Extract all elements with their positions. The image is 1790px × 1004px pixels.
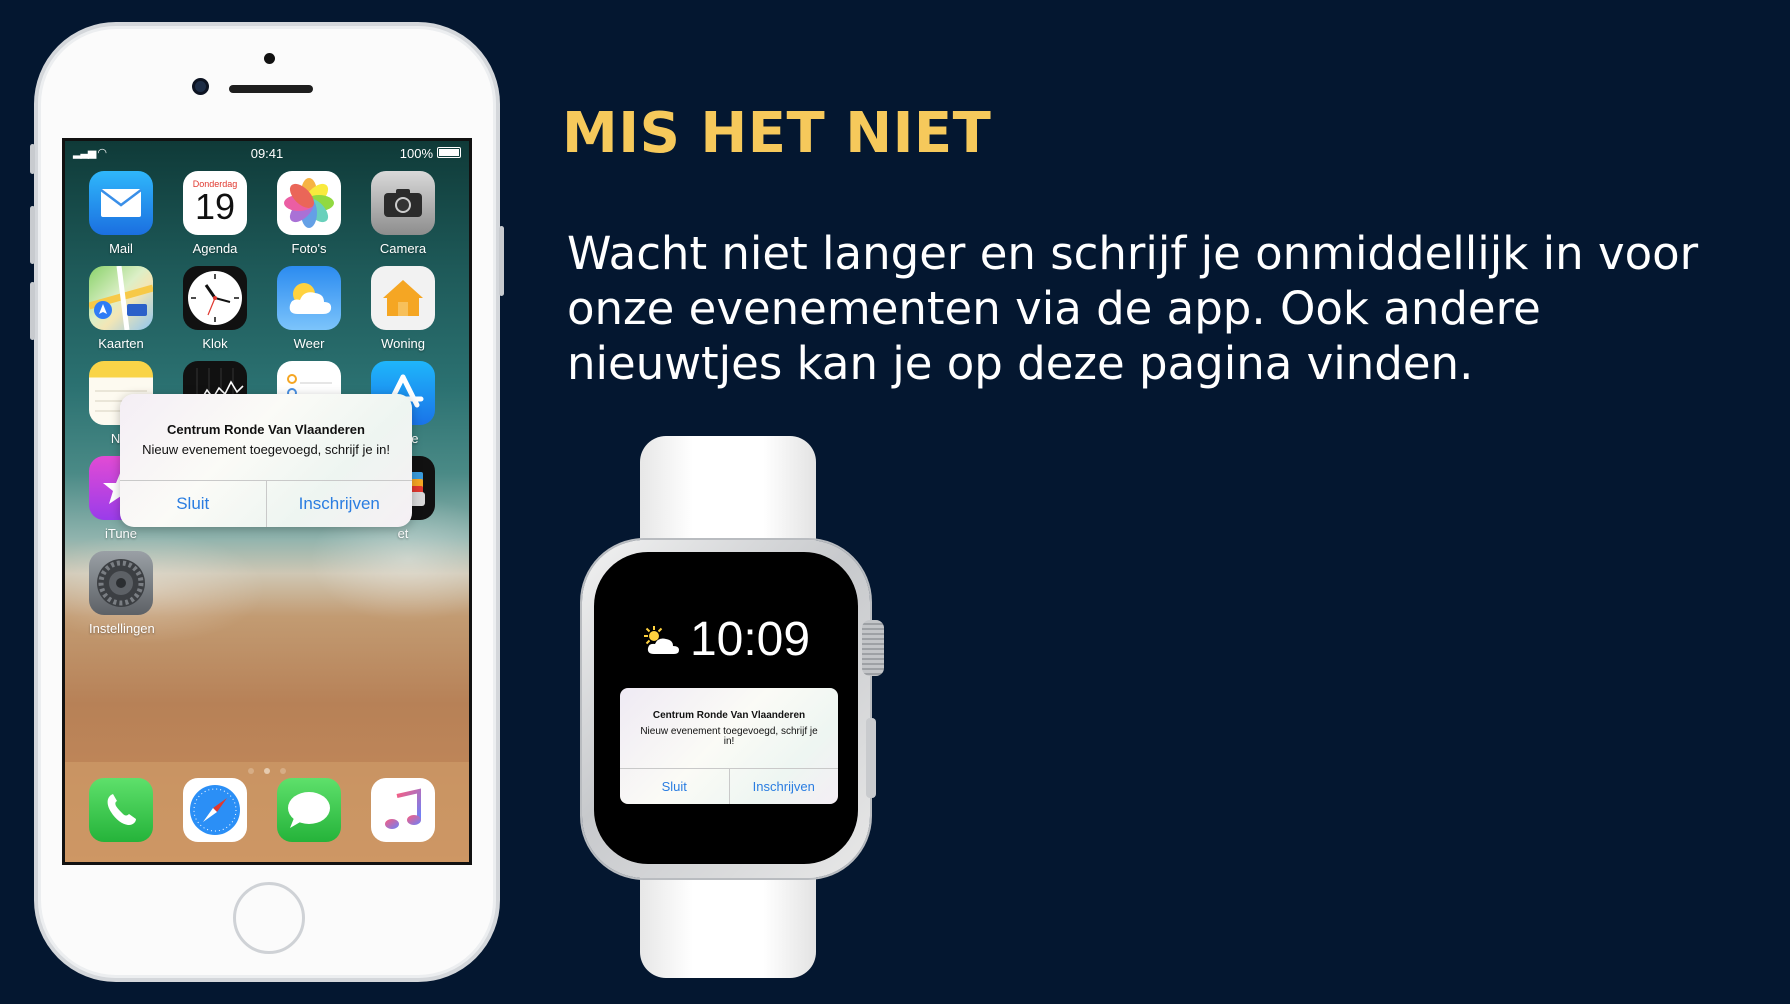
watch-side-button[interactable] bbox=[866, 718, 876, 798]
dismiss-button[interactable]: Sluit bbox=[620, 769, 729, 804]
settings-icon bbox=[89, 551, 153, 615]
watch-time: 10:09 bbox=[689, 613, 811, 666]
dismiss-button[interactable]: Sluit bbox=[120, 481, 266, 527]
calendar-day-number: 19 bbox=[194, 186, 236, 227]
event-alert: Centrum Ronde Van Vlaanderen Nieuw evene… bbox=[120, 394, 412, 527]
status-bar: ▂▃▅ ◠ 09:41 100% bbox=[65, 141, 469, 163]
dock-app-safari[interactable] bbox=[183, 778, 247, 842]
digital-crown[interactable] bbox=[862, 620, 884, 676]
dock-app-music[interactable] bbox=[371, 778, 435, 842]
battery-icon bbox=[437, 147, 461, 158]
watch-band-top bbox=[640, 436, 816, 552]
messages-icon bbox=[277, 778, 341, 842]
intro-paragraph: Wacht niet langer en schrijf je onmiddel… bbox=[567, 227, 1699, 390]
app-fotos[interactable]: Foto's bbox=[277, 171, 341, 256]
dock-app-phone[interactable] bbox=[89, 778, 153, 842]
clock-icon bbox=[183, 266, 247, 330]
app-label: iTune bbox=[104, 526, 138, 541]
app-label: Weer bbox=[293, 336, 325, 351]
app-label: Foto's bbox=[291, 241, 327, 256]
camera-icon bbox=[371, 171, 435, 235]
dock bbox=[65, 762, 469, 862]
register-button[interactable]: Inschrijven bbox=[265, 481, 413, 527]
volume-up-button bbox=[30, 206, 35, 264]
slide: MIS HET NIET Wacht niet langer en schrij… bbox=[0, 0, 1790, 1004]
app-agenda[interactable]: Donderdag 19 Agenda bbox=[183, 171, 247, 256]
watch-event-alert: Centrum Ronde Van Vlaanderen Nieuw evene… bbox=[620, 688, 838, 804]
dock-app-messages[interactable] bbox=[277, 778, 341, 842]
alert-message: Nieuw evenement toegevoegd, schrijf je i… bbox=[640, 726, 818, 747]
photos-icon bbox=[277, 171, 341, 235]
app-kaarten[interactable]: Kaarten bbox=[89, 266, 153, 351]
register-button[interactable]: Inschrijven bbox=[728, 769, 839, 804]
home-icon bbox=[371, 266, 435, 330]
app-camera[interactable]: Camera bbox=[371, 171, 435, 256]
volume-down-button bbox=[30, 282, 35, 340]
alert-message: Nieuw evenement toegevoegd, schrijf je i… bbox=[142, 442, 390, 457]
power-button bbox=[499, 226, 504, 296]
app-klok[interactable]: Klok bbox=[183, 266, 247, 351]
proximity-sensor bbox=[264, 53, 275, 64]
alert-title: Centrum Ronde Van Vlaanderen bbox=[652, 710, 806, 721]
iphone-mockup: ▂▃▅ ◠ 09:41 100% Mail Donderdag 19 Agend… bbox=[30, 22, 504, 982]
mail-icon bbox=[89, 171, 153, 235]
phone-icon bbox=[89, 778, 153, 842]
app-mail[interactable]: Mail bbox=[89, 171, 153, 256]
app-label: Kaarten bbox=[98, 336, 144, 351]
weather-icon bbox=[277, 266, 341, 330]
watch-screen: 10:09 Centrum Ronde Van Vlaanderen Nieuw… bbox=[594, 552, 858, 864]
app-woning[interactable]: Woning bbox=[371, 266, 435, 351]
home-button[interactable] bbox=[233, 882, 305, 954]
headline: MIS HET NIET bbox=[562, 101, 992, 166]
app-label: Klok bbox=[202, 336, 228, 351]
battery-percent: 100% bbox=[399, 146, 433, 161]
phone-screen: ▂▃▅ ◠ 09:41 100% Mail Donderdag 19 Agend… bbox=[62, 138, 472, 865]
app-instellingen[interactable]: Instellingen bbox=[89, 551, 155, 636]
earpiece-speaker bbox=[229, 85, 313, 93]
app-label: Woning bbox=[381, 336, 425, 351]
alert-actions: Sluit Inschrijven bbox=[620, 768, 838, 804]
app-label: Instellingen bbox=[89, 621, 155, 636]
app-label: et bbox=[397, 526, 409, 541]
safari-icon bbox=[183, 778, 247, 842]
maps-icon bbox=[89, 266, 153, 330]
music-icon bbox=[371, 778, 435, 842]
calendar-icon: Donderdag 19 bbox=[183, 171, 247, 235]
silent-switch bbox=[30, 144, 35, 174]
app-label: Mail bbox=[109, 241, 133, 256]
alert-title: Centrum Ronde Van Vlaanderen bbox=[167, 422, 365, 437]
front-camera bbox=[192, 78, 209, 95]
alert-actions: Sluit Inschrijven bbox=[120, 480, 412, 527]
app-label: Camera bbox=[379, 241, 427, 256]
app-label: Agenda bbox=[192, 241, 238, 256]
app-weer[interactable]: Weer bbox=[277, 266, 341, 351]
